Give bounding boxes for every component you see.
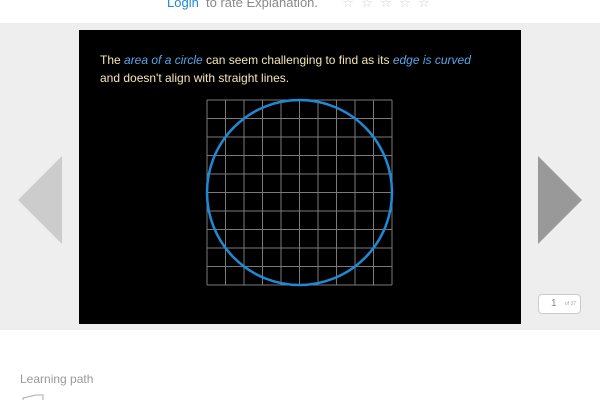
page-number: 1 [551,298,557,309]
page: Login to rate Explanation. ☆ ☆ ☆ ☆ ☆ The… [0,0,600,400]
star-icon[interactable]: ☆ [417,0,431,11]
rate-label: to rate Explanation. [206,0,319,10]
slide: The area of a circle can seem challengin… [79,30,521,324]
star-icon[interactable]: ☆ [379,0,393,11]
page-counter[interactable]: 1 of 37 [538,294,581,314]
login-link[interactable]: Login [167,0,199,10]
page-total: of 37 [565,301,577,307]
star-icon[interactable]: ☆ [341,0,355,11]
chevron-left-icon[interactable] [18,156,62,244]
chevron-right-icon[interactable] [538,156,582,244]
circle-grid-diagram [205,98,394,287]
star-icon[interactable]: ☆ [398,0,412,11]
star-icon[interactable]: ☆ [360,0,374,11]
learning-path-title: Learning path [20,372,94,386]
rating-bar: Login to rate Explanation. ☆ ☆ ☆ ☆ ☆ [0,0,600,17]
folder-icon[interactable] [22,394,44,400]
rating-stars: ☆ ☆ ☆ ☆ ☆ [341,0,431,11]
